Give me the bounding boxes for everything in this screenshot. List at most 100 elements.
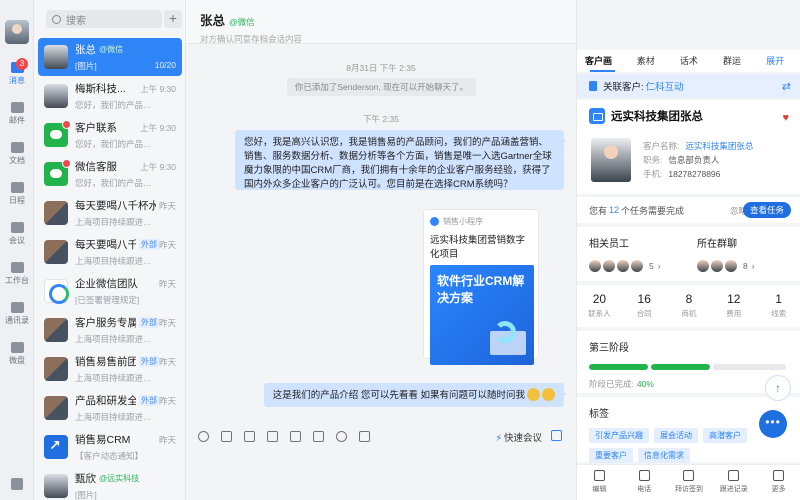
- related-staff[interactable]: 相关员工 5 ›: [589, 235, 661, 272]
- rail-item-workbench[interactable]: 工作台: [0, 254, 34, 294]
- conversation-avatar: [44, 45, 68, 69]
- view-tasks-button[interactable]: 查看任务: [742, 202, 791, 218]
- stat-item[interactable]: 12 费用: [711, 285, 756, 327]
- folder-icon[interactable]: [313, 430, 324, 442]
- conversation-item[interactable]: 每天要喝八千杯水外部昨天上海项目持续跟进中...: [38, 233, 182, 271]
- stat-item[interactable]: 16 合同: [622, 285, 667, 327]
- conversation-avatar: [44, 396, 68, 420]
- stat-item[interactable]: 20 联系人: [577, 285, 622, 327]
- panel-toggle-icon[interactable]: [551, 430, 562, 441]
- conversation-item[interactable]: 客户服务专属小组外部昨天上海项目持续跟进中...: [38, 311, 182, 349]
- conversation-item[interactable]: 客户联系 上午 9:30 您好，我们的产品优...: [38, 116, 182, 154]
- quick-meeting-button[interactable]: ⚡ 快速会议: [495, 430, 542, 444]
- mini-program-card[interactable]: 销售小程序 远实科技集团营销数字化项目 软件行业CRM解决方案: [423, 209, 539, 365]
- conversation-item[interactable]: 张总 @微信 [图片] 10/20: [38, 38, 182, 76]
- conversation-item[interactable]: 甄欣 @远实科技 [图片]: [38, 467, 182, 500]
- conversation-name: 梅斯科技...: [75, 83, 126, 95]
- conversation-item[interactable]: 企业微信团队 昨天 [已签署管理规定]: [38, 272, 182, 310]
- search-input[interactable]: 搜索: [46, 10, 162, 28]
- rail-item-messages[interactable]: 消息 3: [0, 54, 34, 94]
- rail-item-docs[interactable]: 文档: [0, 134, 34, 174]
- conversation-item[interactable]: 微信客服 上午 9:30 您好，我们的产品优...: [38, 155, 182, 193]
- stat-item[interactable]: 1 线索: [756, 285, 800, 327]
- outgoing-message[interactable]: 这是我们的产品介绍 您可以先看看 如果有问题可以随时问我: [263, 383, 568, 407]
- label-chip[interactable]: 重要客户: [589, 448, 633, 463]
- phone-icon[interactable]: [336, 430, 347, 442]
- timestamp: 8月31日 下午 2:35: [346, 63, 416, 73]
- stat-label: 联系人: [588, 309, 611, 318]
- tab-scripts[interactable]: 话术库: [680, 50, 706, 88]
- conversation-item[interactable]: 销售易售前团队外部昨天上海项目持续跟进中...: [38, 350, 182, 388]
- action-label: 拜访签到: [674, 486, 703, 493]
- conversation-tag: 外部: [138, 356, 159, 367]
- scroll-top-button[interactable]: ↑: [765, 375, 791, 401]
- group-avatars: 8 ›: [697, 260, 755, 272]
- rail-item-calendar[interactable]: 日程: [0, 174, 34, 214]
- rail-item-label: 消息: [9, 76, 25, 85]
- scissors-icon[interactable]: [221, 430, 232, 442]
- rail-item-mail[interactable]: 邮件: [0, 94, 34, 134]
- label-chip[interactable]: 展会活动: [654, 428, 698, 443]
- customer-card: 远实科技集团张总 ♥ 客户名称: 远实科技集团张总 职务: 信息部负责人 手机: 18…: [577, 100, 800, 194]
- rail-item-drive[interactable]: 微盘: [0, 334, 34, 374]
- stat-number: 12: [727, 292, 741, 306]
- label-chip[interactable]: 高潜客户: [703, 428, 747, 443]
- customer-name-link[interactable]: 远实科技集团张总: [685, 141, 753, 151]
- tab-customer-profile[interactable]: 客户画像: [585, 50, 620, 88]
- stage-done: 阶段已完成: 40%: [589, 378, 789, 390]
- favorite-heart-icon[interactable]: ♥: [782, 112, 789, 124]
- image-icon[interactable]: [244, 430, 255, 442]
- rail-item-label: 会议: [9, 236, 25, 245]
- rail-item-meeting[interactable]: 会议: [0, 214, 34, 254]
- tabs-expand-button[interactable]: 展开 ˅: [766, 50, 791, 88]
- conversation-name: 客户服务专属小组: [75, 317, 136, 329]
- company-name: 远实科技集团张总: [589, 108, 789, 124]
- conversation-preview: [已签署管理规定]: [75, 295, 140, 305]
- conversation-text: 每天要喝八千杯水外部昨天上海项目持续跟进中...: [75, 237, 176, 267]
- related-customer-bar[interactable]: 关联客户: 仁科互动 ⇄: [577, 74, 800, 98]
- conversation-avatar: [44, 201, 68, 225]
- stat-item[interactable]: 8 商机: [667, 285, 712, 327]
- tabs-expand-label: 展开: [766, 56, 785, 66]
- label-chips: 引发产品兴趣 展会活动 高潜客户重要客户 信息化需求: [589, 428, 789, 468]
- action-more-button[interactable]: 更多: [756, 465, 800, 500]
- video-icon[interactable]: [359, 430, 370, 442]
- conversation-preview: 上海项目持续跟进中...: [75, 373, 157, 383]
- outgoing-message[interactable]: 您好，我是高兴认识您，我是销售易的产品顾问，我们的产品涵盖营销、销售、服务数据分…: [235, 130, 567, 190]
- action-edit-button[interactable]: 编辑: [577, 465, 622, 500]
- timestamp: 下午 2:35: [363, 114, 399, 124]
- conversation-preview: 上海项目持续跟进中...: [75, 334, 157, 344]
- task-reminder: 您有 12 个任务需要完成 忽略 查看任务: [577, 197, 800, 223]
- settings-button[interactable]: [0, 478, 34, 490]
- action-phone-button[interactable]: 电话: [622, 465, 667, 500]
- label-chip[interactable]: 引发产品兴趣: [589, 428, 649, 443]
- emoji-icon[interactable]: [198, 430, 209, 442]
- add-button[interactable]: +: [164, 10, 182, 28]
- rail-item-contacts[interactable]: 通讯录: [0, 294, 34, 334]
- field-label: 职务:: [643, 155, 663, 165]
- tasks-count: 12: [609, 205, 620, 215]
- user-avatar[interactable]: [4, 20, 29, 44]
- field-customer-name: 客户名称: 远实科技集团张总: [643, 140, 753, 152]
- task-icon[interactable]: [290, 430, 301, 442]
- more-actions-button[interactable]: •••: [759, 410, 787, 438]
- label-chip[interactable]: 信息化需求: [638, 448, 690, 463]
- tab-group-ops[interactable]: 群运营: [723, 50, 749, 88]
- tab-materials[interactable]: 素材库: [637, 50, 663, 88]
- conversation-name: 销售易售前团队: [75, 356, 136, 368]
- rail-item-label: 通讯录: [5, 316, 29, 325]
- conversation-item[interactable]: 梅斯科技... 上午 9:30 您好，我们的产品优...: [38, 77, 182, 115]
- conversation-text: 张总 @微信 [图片] 10/20: [75, 42, 176, 72]
- swap-icon[interactable]: ⇄: [782, 80, 791, 93]
- action-checkin-button[interactable]: 拜访签到: [667, 465, 712, 500]
- staff-avatars: 5 ›: [589, 260, 661, 272]
- group-chats[interactable]: 所在群聊 8 ›: [697, 235, 755, 272]
- action-followup-button[interactable]: 跟进记录: [711, 465, 756, 500]
- conversation-item[interactable]: 销售易CRM 昨天【客户动态通知】: [38, 428, 182, 466]
- conversation-avatar: [44, 240, 68, 264]
- conversation-item[interactable]: 每天要喝八千杯水 昨天 上海项目持续跟进中...: [38, 194, 182, 232]
- conversation-time: 昨天: [158, 200, 176, 211]
- conversation-item[interactable]: 产品和研发全员外部昨天上海项目持续跟进中...: [38, 389, 182, 427]
- document-icon[interactable]: [267, 430, 278, 442]
- conversation-avatar: [44, 318, 68, 342]
